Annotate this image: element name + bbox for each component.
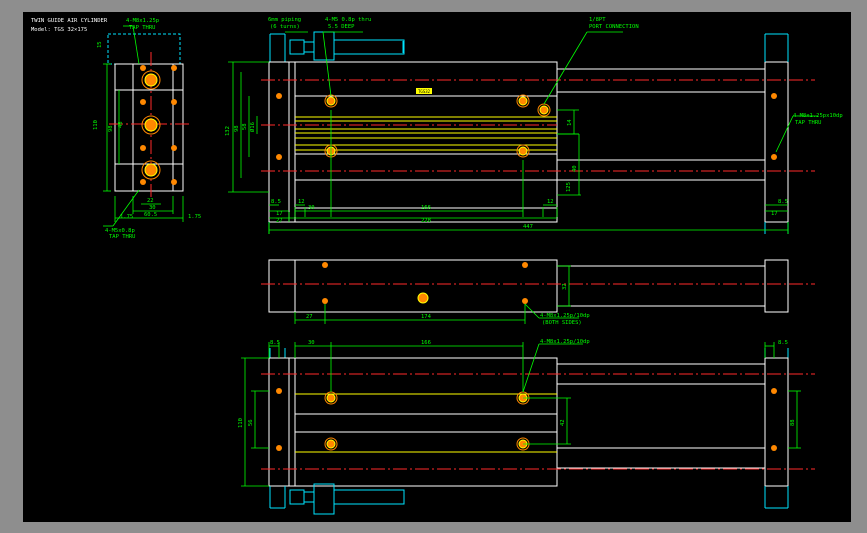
title-line-2: Model: TGS 32×175	[31, 27, 87, 33]
main-dim-12-right: 12	[547, 199, 554, 205]
bottom-dim-56: 56	[248, 419, 254, 426]
bottom-dim-42: 42	[560, 419, 566, 426]
main-dim-125: 125	[566, 182, 572, 192]
main-hole	[276, 154, 282, 160]
top-callout: 4-M8x1.25p/10dp	[540, 313, 590, 319]
side-port-top	[141, 70, 161, 90]
bottom-dim-166: 166	[421, 340, 431, 346]
bottom-dim-88: 88	[790, 419, 796, 426]
side-dim-edge-left: 1.75	[120, 214, 133, 220]
main-dim-40: 40	[572, 165, 578, 172]
side-dim-22: 22	[147, 198, 154, 204]
main-hole	[276, 93, 282, 99]
main-dim-17: 17	[276, 211, 283, 217]
bottom-dim-8-left: 8.5	[270, 340, 280, 346]
cad-drawing: .o { stroke:#ffffff; stroke-width:1; fil…	[31, 17, 843, 515]
main-dim-8-right: 8.5	[778, 199, 788, 205]
main-dim-58: 58	[242, 123, 248, 130]
top-dim-174: 174	[421, 314, 432, 320]
side-dim-110: 110	[93, 120, 99, 130]
main-dim-166: 166	[421, 205, 431, 211]
side-dim-edge-right: 1.75	[188, 214, 201, 220]
side-callout-top-sub: TAP THRU	[129, 25, 156, 31]
side-dim-98: 98	[108, 125, 114, 132]
main-dim-8: 8.5	[271, 199, 281, 205]
top-view: 32 27 174 4-M8x1.25p/10dp (BOTH SIDES)	[261, 259, 815, 326]
side-view: 110 98 48 15 22 30 60.5 1.75 1.75 4-M8x1…	[93, 18, 201, 240]
title-line-1: TWIN GUIDE AIR CYLINDER	[31, 18, 108, 24]
main-callout-piping-sub: (6 turns)	[270, 24, 300, 30]
main-dim-30: 30	[308, 205, 315, 211]
side-dim-15: 15	[97, 41, 103, 48]
side-callout-bottom-sub: TAP THRU	[109, 234, 136, 240]
main-callout-screw: 4-M5 0.8p thru	[325, 17, 371, 23]
top-dim-32: 32	[562, 283, 568, 290]
main-dim-17-right: 17	[771, 211, 778, 217]
main-label: TGS32	[418, 89, 431, 94]
main-dim-98: 98	[234, 125, 240, 132]
side-callout-top: 4-M8x1.25p	[126, 18, 159, 24]
main-dim-14: 14	[567, 119, 573, 126]
bottom-dim-30: 30	[308, 340, 315, 346]
cad-viewport: .o { stroke:#ffffff; stroke-width:1; fil…	[0, 0, 867, 533]
side-dim-60: 60.5	[144, 212, 157, 218]
main-callout-air-port: 1/8PT	[589, 17, 606, 23]
bottom-view: 8.5 30 166 8.5 110 56 42 88 4-M8x1.25p/1…	[238, 339, 815, 515]
side-dim-30: 30	[149, 205, 156, 211]
main-dim-228: 228	[421, 218, 431, 224]
drawing-sheet: .o { stroke:#ffffff; stroke-width:1; fil…	[23, 12, 851, 522]
main-dim-16: Ø16	[249, 122, 256, 132]
bottom-dim-110: 110	[238, 418, 244, 428]
main-callout-screw-sub: 5.5 DEEP	[328, 24, 355, 30]
top-callout-sub: (BOTH SIDES)	[542, 320, 582, 326]
side-port-mid	[141, 115, 161, 135]
main-callout-tap-right: 4-M8x1.25px10dp	[793, 113, 843, 119]
main-dim-447: 447	[523, 224, 533, 230]
main-callout-piping: 6mm piping	[268, 17, 301, 23]
main-callout-tap-right-sub: TAP THRU	[795, 120, 822, 126]
main-callout-air-port-sub: PORT CONNECTION	[589, 24, 639, 30]
main-dim-12-left: 12	[298, 199, 305, 205]
main-view: TGS32 132 98 58 Ø16 14 40 125 12 12 8.5 …	[225, 17, 843, 234]
top-dim-27: 27	[306, 314, 313, 320]
bottom-callout: 4-M8x1.25p/10dp	[540, 339, 590, 345]
bottom-dim-8-right: 8.5	[778, 340, 788, 346]
main-dim-132: 132	[225, 126, 231, 136]
top-port	[417, 292, 429, 304]
main-dim-27: 27	[276, 218, 283, 224]
side-port-bottom	[141, 160, 161, 180]
side-dim-48: 48	[118, 121, 124, 128]
